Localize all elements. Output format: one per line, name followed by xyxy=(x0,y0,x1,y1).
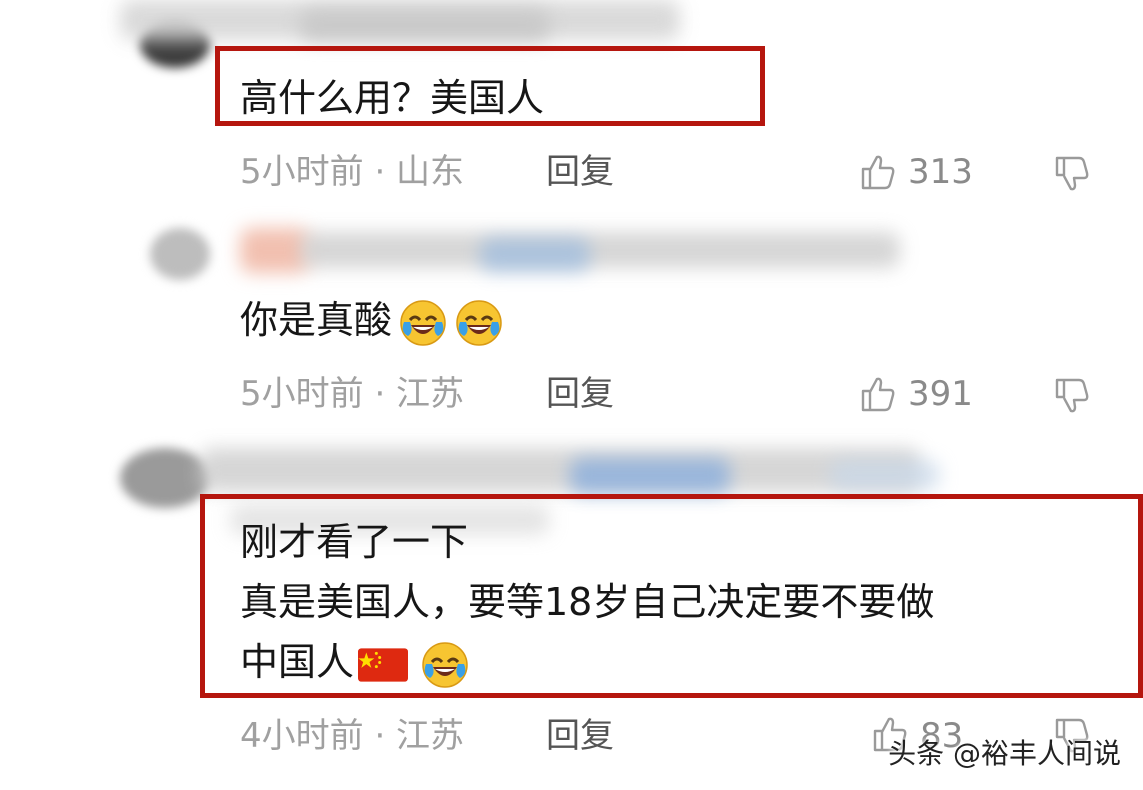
laughing-crying-emoji xyxy=(400,299,446,346)
watermark: 头条 @裕丰人间说 xyxy=(888,737,1121,770)
comment-time-location: 5小时前 · 山东 xyxy=(240,152,465,192)
comment-text: 刚才看了一下 真是美国人，要等18岁自己决定要不要做 中国人 xyxy=(240,516,934,690)
laughing-crying-emoji xyxy=(456,299,502,346)
reply-button[interactable]: 回复 xyxy=(546,716,614,756)
comment-time-location: 4小时前 · 江苏 xyxy=(240,716,465,756)
china-flag-emoji xyxy=(358,647,409,682)
comment-text: 高什么用？美国人 xyxy=(240,76,545,120)
comment-text: 你是真酸 xyxy=(240,294,504,348)
thumbs-up-icon[interactable] xyxy=(858,374,898,414)
like-count: 391 xyxy=(908,374,973,414)
laughing-crying-emoji xyxy=(422,641,468,688)
like-count: 313 xyxy=(908,152,973,192)
reply-button[interactable]: 回复 xyxy=(546,374,614,414)
comment-time-location: 5小时前 · 江苏 xyxy=(240,374,465,414)
thumbs-down-icon[interactable] xyxy=(1052,376,1092,416)
reply-button[interactable]: 回复 xyxy=(546,152,614,192)
thumbs-down-icon[interactable] xyxy=(1052,154,1092,194)
thumbs-up-icon[interactable] xyxy=(858,152,898,192)
